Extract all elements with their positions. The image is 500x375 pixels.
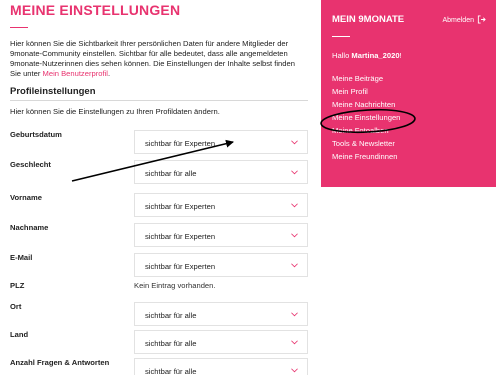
section-divider xyxy=(10,100,308,101)
chevron-down-icon xyxy=(291,263,298,268)
chevron-down-icon xyxy=(291,140,298,145)
select-value: sichtbar für Experten xyxy=(145,202,216,211)
chevron-down-icon xyxy=(291,203,298,208)
field-label: E-Mail xyxy=(10,253,33,262)
intro-end: . xyxy=(107,69,111,78)
chevron-down-icon xyxy=(291,312,298,317)
visibility-select[interactable]: sichtbar für Experten xyxy=(134,253,308,277)
select-value: sichtbar für Experten xyxy=(145,262,216,271)
sidebar-item-fotoalben[interactable]: Meine Fotoalben xyxy=(332,124,400,137)
settings-row: Geschlecht sichtbar für alle xyxy=(10,160,308,184)
sidebar-title: MEIN 9MONATE xyxy=(332,14,405,25)
intro-text: Hier können Sie die Sichtbarkeit Ihrer p… xyxy=(10,39,308,79)
field-label: Geburtsdatum xyxy=(10,130,62,139)
visibility-select[interactable]: sichtbar für alle xyxy=(134,330,308,354)
chevron-down-icon xyxy=(291,368,298,373)
field-static-value: Kein Eintrag vorhanden. xyxy=(134,281,216,290)
greeting: Hallo Martina_2020! xyxy=(332,51,402,60)
sidebar-divider xyxy=(332,36,350,37)
sidebar-item-freundinnen[interactable]: Meine Freundinnen xyxy=(332,150,400,163)
visibility-select[interactable]: sichtbar für Experten xyxy=(134,223,308,247)
settings-row: Land sichtbar für alle xyxy=(10,330,308,354)
settings-row: Nachname sichtbar für Experten xyxy=(10,223,308,247)
select-value: sichtbar für Experten xyxy=(145,232,216,241)
select-value: sichtbar für alle xyxy=(145,367,197,375)
logout-link[interactable]: Abmelden xyxy=(442,15,486,26)
chevron-down-icon xyxy=(291,340,298,345)
settings-row: Ort sichtbar für alle xyxy=(10,302,308,326)
settings-row: Vorname sichtbar für Experten xyxy=(10,193,308,217)
sidebar-item-profil[interactable]: Mein Profil xyxy=(332,85,400,98)
field-label: Vorname xyxy=(10,193,42,202)
section-title: Profileinstellungen xyxy=(10,86,96,97)
main-content: MEINE EINSTELLUNGEN Hier können Sie die … xyxy=(10,0,308,116)
visibility-select[interactable]: sichtbar für alle xyxy=(134,358,308,375)
field-label: Land xyxy=(10,330,29,339)
sidebar-item-tools-newsletter[interactable]: Tools & Newsletter xyxy=(332,137,400,150)
settings-row: E-Mail sichtbar für Experten xyxy=(10,253,308,277)
sidebar-panel: MEIN 9MONATE Abmelden Hallo Martina_2020… xyxy=(321,0,496,187)
visibility-select[interactable]: sichtbar für alle xyxy=(134,302,308,326)
sidebar-item-einstellungen[interactable]: Meine Einstellungen xyxy=(332,111,400,124)
select-value: sichtbar für Experten xyxy=(145,139,216,148)
field-label: Anzahl Fragen & Antworten xyxy=(10,358,110,367)
select-value: sichtbar für alle xyxy=(145,339,197,348)
chevron-down-icon xyxy=(291,170,298,175)
benutzerprofil-link[interactable]: Mein Benutzerprofil xyxy=(43,69,108,78)
section-description: Hier können Sie die Einstellungen zu Ihr… xyxy=(10,107,220,116)
sidebar-item-nachrichten[interactable]: Meine Nachrichten xyxy=(332,98,400,111)
chevron-down-icon xyxy=(291,233,298,238)
visibility-select[interactable]: sichtbar für Experten xyxy=(134,130,308,154)
settings-row: Anzahl Fragen & Antworten sichtbar für al… xyxy=(10,358,308,375)
page-title: MEINE EINSTELLUNGEN xyxy=(10,2,181,18)
select-value: sichtbar für alle xyxy=(145,311,197,320)
field-label: Nachname xyxy=(10,223,49,232)
greeting-suffix: ! xyxy=(399,51,402,60)
field-label: PLZ xyxy=(10,281,25,290)
settings-row: Geburtsdatum sichtbar für Experten xyxy=(10,130,308,154)
sidebar-menu: Meine Beiträge Mein Profil Meine Nachric… xyxy=(332,72,400,163)
title-divider xyxy=(10,27,28,28)
logout-icon xyxy=(477,15,486,26)
greeting-prefix: Hallo xyxy=(332,51,352,60)
username: Martina_2020 xyxy=(351,51,400,60)
sidebar-item-beitraege[interactable]: Meine Beiträge xyxy=(332,72,400,85)
logout-label: Abmelden xyxy=(442,17,474,24)
select-value: sichtbar für alle xyxy=(145,169,197,178)
visibility-select[interactable]: sichtbar für alle xyxy=(134,160,308,184)
field-label: Ort xyxy=(10,302,22,311)
visibility-select[interactable]: sichtbar für Experten xyxy=(134,193,308,217)
field-label: Geschlecht xyxy=(10,160,51,169)
